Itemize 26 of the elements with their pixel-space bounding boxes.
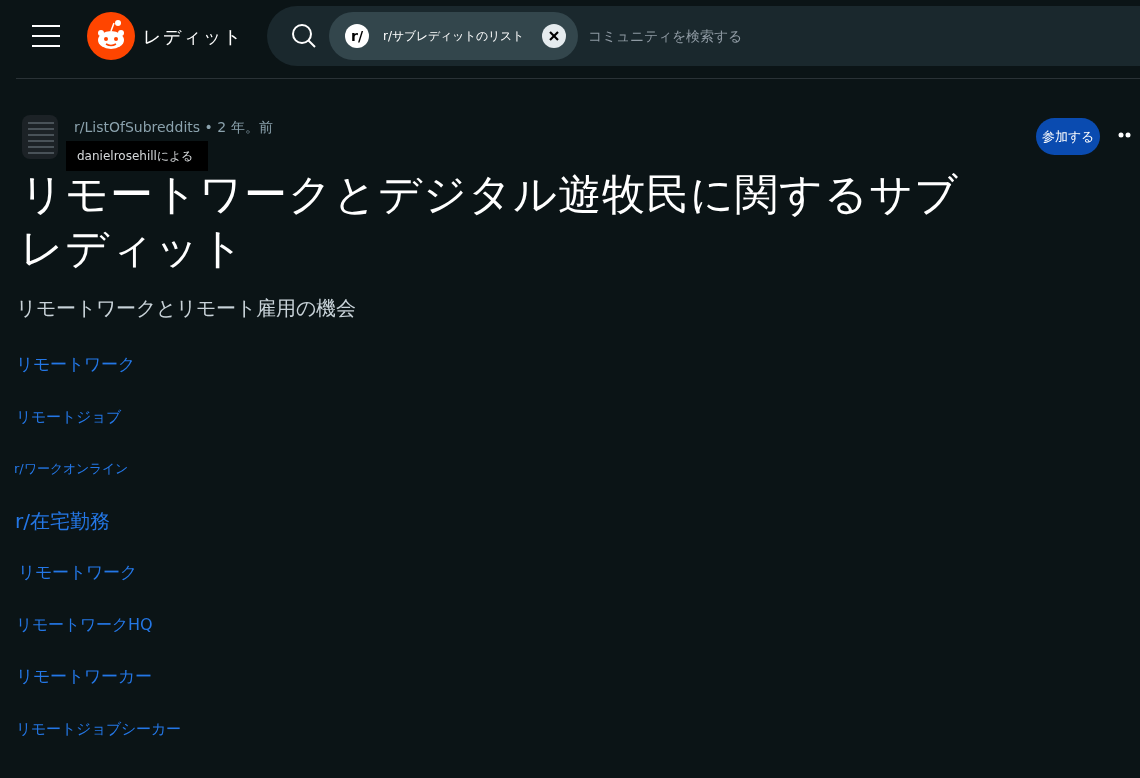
subreddit-link[interactable]: r/在宅勤務 bbox=[15, 506, 110, 536]
more-options-icon[interactable] bbox=[1118, 132, 1132, 138]
join-button[interactable]: 参加する bbox=[1036, 118, 1100, 155]
subreddit-link[interactable]: リモートワークHQ bbox=[16, 613, 153, 637]
subreddit-link[interactable]: リモートワーク bbox=[18, 560, 137, 586]
menu-button[interactable] bbox=[32, 24, 60, 48]
subreddit-link[interactable]: r/ワークオンライン bbox=[14, 459, 128, 479]
subreddit-link[interactable]: リモートワーカー bbox=[16, 664, 152, 690]
section-heading: リモートワークとリモート雇用の機会 bbox=[16, 295, 357, 322]
post-meta: r/ListOfSubreddits • 2 年。前 bbox=[74, 118, 273, 137]
community-chip[interactable]: r/ r/サブレディットのリスト bbox=[329, 12, 578, 60]
close-icon bbox=[549, 31, 559, 41]
subreddit-link[interactable]: リモートワーク bbox=[16, 352, 135, 378]
community-icon: r/ bbox=[345, 24, 369, 48]
post-title: リモートワークとデジタル遊牧民に関するサブレディット bbox=[20, 168, 960, 275]
subreddit-link[interactable]: リモートジョブ bbox=[16, 405, 121, 429]
author-tooltip: danielrosehillによる bbox=[66, 141, 208, 171]
search-bar[interactable]: r/ r/サブレディットのリスト コミュニティを検索する bbox=[267, 6, 1140, 66]
search-field[interactable]: コミュニティを検索する bbox=[588, 25, 1140, 47]
logo-text[interactable]: レディット bbox=[143, 22, 243, 50]
list-avatar-icon bbox=[22, 115, 58, 159]
search-icon bbox=[291, 23, 317, 49]
subreddit-link[interactable]: リモートジョブシーカー bbox=[16, 717, 181, 741]
alien-logo-icon[interactable] bbox=[87, 12, 135, 60]
close-button[interactable] bbox=[542, 24, 566, 48]
chip-text: r/サブレディットのリスト bbox=[382, 28, 525, 45]
